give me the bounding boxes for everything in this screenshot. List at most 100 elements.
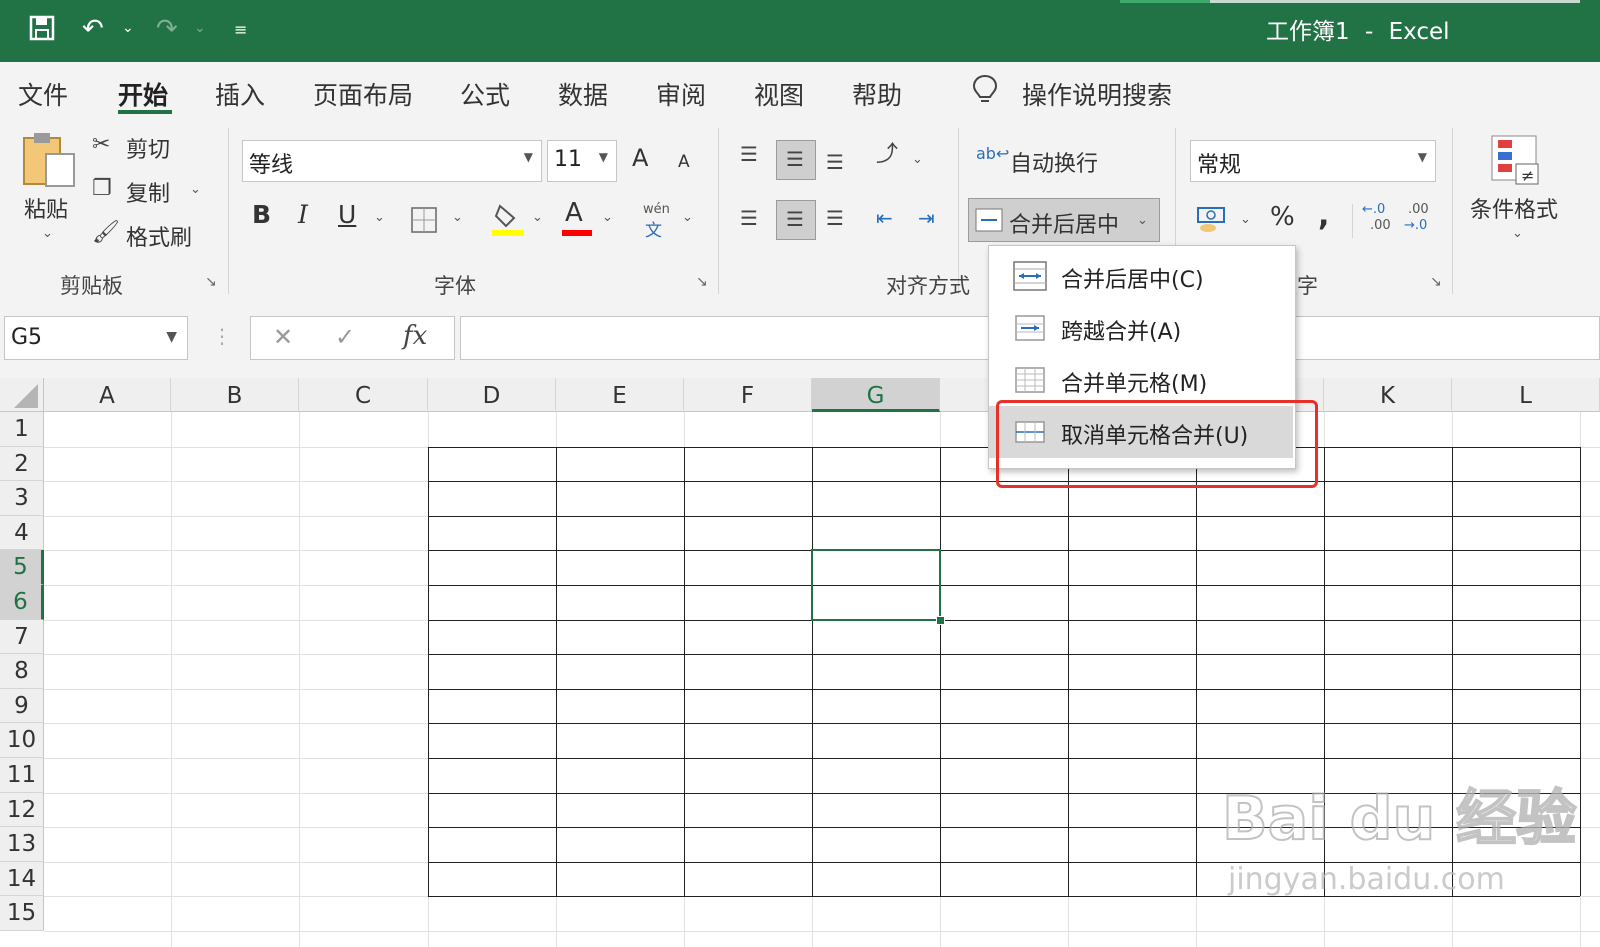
name-box[interactable]: G5 ▼	[4, 316, 188, 360]
underline-dropdown-icon[interactable]: ⌄	[374, 210, 385, 225]
fill-color-icon[interactable]	[492, 202, 524, 241]
align-top-icon[interactable]: ☰	[740, 144, 758, 164]
enter-icon[interactable]: ✓	[335, 323, 355, 351]
orientation-icon[interactable]: ⤴	[876, 144, 898, 166]
menu-item-merge-across[interactable]: 跨越合并(A)	[989, 302, 1293, 354]
copy-icon[interactable]: ❐	[92, 178, 112, 200]
increase-indent-icon[interactable]: ⇥	[918, 208, 935, 228]
tab-help[interactable]: 帮助	[852, 76, 902, 112]
tab-file[interactable]: 文件	[18, 76, 68, 112]
align-center-button[interactable]: ☰	[776, 200, 816, 240]
row-header-2[interactable]: 2	[0, 446, 44, 482]
row-header-10[interactable]: 10	[0, 723, 44, 758]
save-icon[interactable]	[28, 14, 56, 49]
decrease-indent-icon[interactable]: ⇤	[876, 208, 893, 228]
font-launcher-icon[interactable]: ↘	[696, 274, 708, 290]
paste-label[interactable]: 粘贴	[24, 192, 68, 224]
column-header-d[interactable]: D	[428, 378, 556, 412]
row-header-11[interactable]: 11	[0, 758, 44, 793]
increase-decimal-icon[interactable]: ←.0	[1362, 202, 1385, 217]
column-header-a[interactable]: A	[44, 378, 171, 412]
customize-qat-icon[interactable]: ≡	[234, 20, 247, 39]
menu-item-merge-center[interactable]: 合并后居中(C)	[989, 250, 1293, 302]
percent-button[interactable]: %	[1270, 202, 1295, 232]
number-launcher-icon[interactable]: ↘	[1430, 274, 1442, 290]
decrease-decimal-icon[interactable]: .00	[1408, 202, 1429, 217]
copy-dropdown-icon[interactable]: ⌄	[190, 182, 201, 197]
column-header-l[interactable]: L	[1452, 378, 1600, 412]
comma-button[interactable]: ,	[1318, 198, 1329, 233]
row-header-7[interactable]: 7	[0, 619, 44, 655]
merge-center-button[interactable]: 合并后居中 ⌄	[968, 198, 1160, 242]
underline-button[interactable]: U	[338, 200, 356, 229]
font-color-dropdown-icon[interactable]: ⌄	[602, 210, 613, 225]
format-painter-icon[interactable]: 🖌	[92, 222, 120, 244]
conditional-format-icon[interactable]: ≠	[1490, 134, 1542, 193]
orientation-dropdown-icon[interactable]: ⌄	[912, 152, 923, 167]
paste-icon[interactable]	[20, 130, 78, 195]
row-header-12[interactable]: 12	[0, 792, 44, 828]
tab-home[interactable]: 开始	[118, 76, 168, 112]
tab-insert[interactable]: 插入	[215, 76, 265, 112]
row-header-15[interactable]: 15	[0, 896, 44, 931]
row-header-1[interactable]: 1	[0, 412, 44, 447]
undo-icon[interactable]: ↶	[82, 14, 104, 44]
column-header-c[interactable]: C	[299, 378, 428, 412]
decrease-decimal-icon-2[interactable]: →.0	[1404, 218, 1427, 233]
shrink-font-icon[interactable]: A	[678, 152, 690, 172]
phonetic-icon[interactable]: 文	[645, 216, 662, 241]
font-color-icon[interactable]: A	[565, 198, 583, 228]
column-header-k[interactable]: K	[1324, 378, 1452, 412]
grip-icon[interactable]: ⋮	[212, 324, 232, 348]
grow-font-icon[interactable]: A	[632, 144, 648, 172]
scissors-icon[interactable]: ✂	[92, 134, 110, 156]
align-right-icon[interactable]: ☰	[826, 208, 844, 228]
fill-color-dropdown-icon[interactable]: ⌄	[532, 210, 543, 225]
copy-label[interactable]: 复制	[126, 176, 170, 208]
tab-page-layout[interactable]: 页面布局	[313, 76, 413, 112]
align-middle-button[interactable]: ☰	[776, 140, 816, 180]
phonetic-dropdown-icon[interactable]: ⌄	[682, 210, 693, 225]
font-size-select[interactable]: 11 ▼	[547, 140, 617, 182]
row-header-3[interactable]: 3	[0, 481, 44, 516]
selected-cell-g5[interactable]	[811, 549, 941, 621]
font-name-select[interactable]: 等线 ▼	[242, 140, 542, 182]
align-bottom-icon[interactable]: ☰	[826, 152, 844, 172]
number-format-select[interactable]: 常规 ▼	[1190, 140, 1436, 182]
tell-me-search[interactable]: 操作说明搜索	[1022, 76, 1172, 112]
row-header-5[interactable]: 5	[0, 550, 44, 585]
tab-review[interactable]: 审阅	[656, 76, 706, 112]
accounting-format-icon[interactable]	[1196, 204, 1228, 239]
row-header-9[interactable]: 9	[0, 688, 44, 724]
column-header-b[interactable]: B	[171, 378, 299, 412]
select-all-corner[interactable]	[0, 378, 44, 412]
row-header-13[interactable]: 13	[0, 827, 44, 862]
accounting-dropdown-icon[interactable]: ⌄	[1240, 212, 1251, 227]
undo-dropdown-icon[interactable]: ⌄	[122, 20, 134, 36]
insert-function-icon[interactable]: fx	[403, 321, 427, 351]
cancel-icon[interactable]: ✕	[273, 323, 293, 351]
format-painter-label[interactable]: 格式刷	[126, 220, 192, 252]
row-header-8[interactable]: 8	[0, 654, 44, 689]
column-header-g[interactable]: G	[812, 378, 940, 412]
row-header-14[interactable]: 14	[0, 861, 44, 897]
row-header-4[interactable]: 4	[0, 515, 44, 551]
conditional-format-label[interactable]: 条件格式	[1470, 192, 1558, 224]
align-left-icon[interactable]: ☰	[740, 208, 758, 228]
column-header-f[interactable]: F	[684, 378, 812, 412]
tab-view[interactable]: 视图	[754, 76, 804, 112]
redo-icon[interactable]: ↷	[156, 14, 178, 44]
borders-icon[interactable]	[410, 206, 438, 239]
cut-label[interactable]: 剪切	[126, 132, 170, 164]
wrap-text-label[interactable]: 自动换行	[1010, 146, 1098, 178]
increase-decimal-icon-2[interactable]: .00	[1370, 218, 1391, 233]
row-header-6[interactable]: 6	[0, 585, 44, 620]
lightbulb-icon[interactable]	[972, 74, 998, 112]
italic-button[interactable]: I	[298, 200, 308, 229]
redo-dropdown-icon[interactable]: ⌄	[194, 20, 206, 36]
phonetic-top[interactable]: wén	[643, 202, 670, 217]
menu-item-merge-cells[interactable]: 合并单元格(M)	[989, 354, 1293, 406]
bold-button[interactable]: B	[252, 200, 271, 229]
paste-dropdown-icon[interactable]: ⌄	[42, 226, 53, 241]
tab-data[interactable]: 数据	[558, 76, 608, 112]
